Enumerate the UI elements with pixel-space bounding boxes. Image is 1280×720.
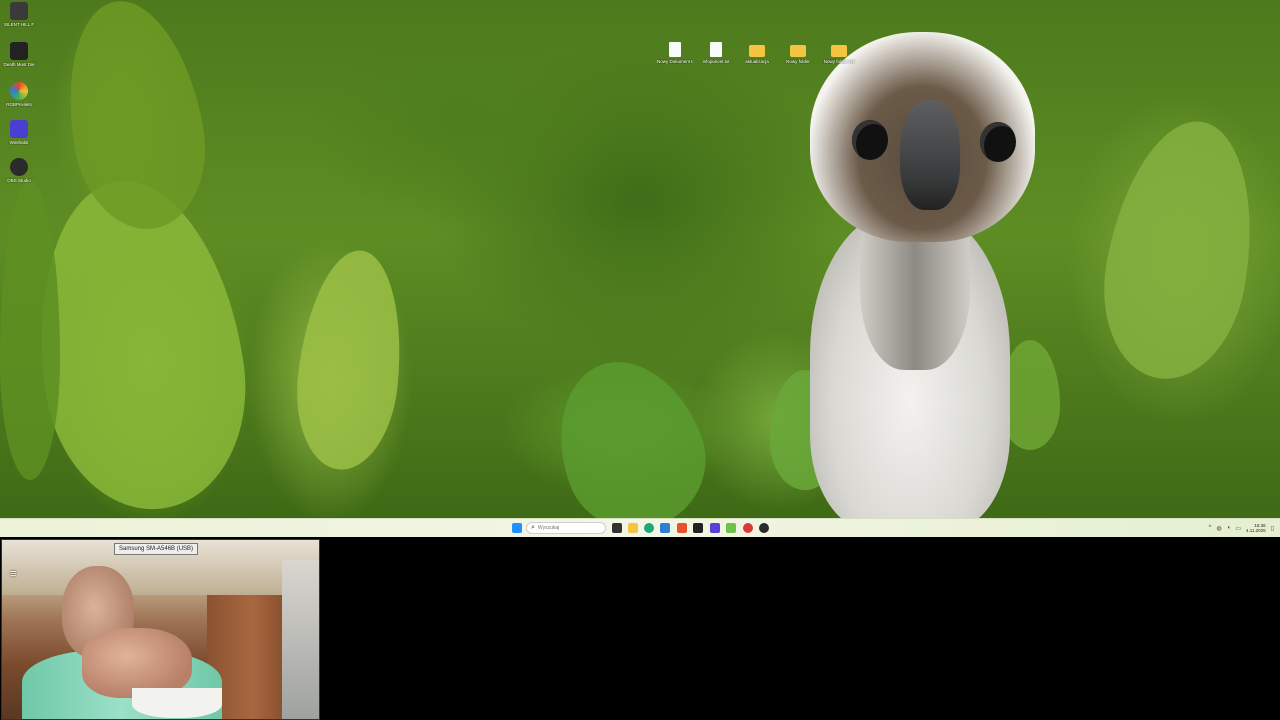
wallpaper-leaf: [535, 341, 725, 518]
wallpaper-leaf: [288, 245, 412, 475]
bird-beak: [900, 100, 960, 210]
wallpaper-leaf: [0, 180, 60, 480]
obs-icon: [10, 158, 28, 176]
search-input[interactable]: [537, 525, 598, 531]
brave-button[interactable]: [677, 523, 687, 533]
webcam-overlay: Samsung SM-A546B (USB) ≡: [1, 539, 320, 720]
text-file-icon: [669, 42, 681, 57]
system-tray: ^ ◍ ◖ ▭ 15:36 4.11.2025 ▯: [1209, 522, 1274, 534]
wallpaper-leaf: [51, 0, 219, 240]
file-explorer-button[interactable]: [628, 523, 638, 533]
desktop-icon-new-text-document[interactable]: Nowy Dokument tekstowy.txt: [657, 42, 693, 64]
bird-eye-right: [980, 122, 1016, 162]
desktop-icon-label: aktualizacja: [745, 59, 769, 64]
game-icon: [10, 42, 28, 60]
menu-icon[interactable]: ≡: [10, 568, 16, 580]
folder-icon: [790, 45, 806, 57]
volume-icon[interactable]: ◖: [1227, 525, 1231, 531]
desktop-icon-death-must-die[interactable]: Death Must Die: [1, 42, 37, 67]
desktop-icon-label: Nowy Dokument tekstowy.txt: [657, 59, 693, 64]
desktop-icon-obs[interactable]: OBS Studio: [1, 158, 37, 183]
bird-eye-left: [852, 120, 888, 160]
desktop-icon-label: OBS Studio: [7, 178, 31, 183]
desktop-icon-silent-hill[interactable]: SILENT HILL F: [1, 2, 37, 27]
clock[interactable]: 15:36 4.11.2025: [1246, 523, 1266, 533]
edge-button[interactable]: [644, 523, 654, 533]
desktop-icon-label: Nowy folder: [786, 59, 810, 64]
notification-icon[interactable]: ▯: [1271, 525, 1274, 532]
clock-date: 4.11.2025: [1246, 528, 1266, 533]
search-icon: ⌕: [531, 524, 535, 531]
folder-icon: [831, 45, 847, 57]
store-button[interactable]: [660, 523, 670, 533]
battery-icon[interactable]: ▭: [1235, 525, 1241, 532]
webcam-device-label: Samsung SM-A546B (USB): [114, 543, 199, 555]
taskbar: ⌕ ^ ◍ ◖ ▭ 15:36 4.11.2025 ▯: [0, 518, 1280, 537]
desktop-icon-label: Death Must Die: [3, 62, 35, 67]
game-icon: [10, 2, 28, 20]
app-icon: [10, 120, 28, 138]
notepad-button[interactable]: [726, 523, 736, 533]
rgb-app-icon: [10, 82, 28, 100]
desktop-icon-infopuncet[interactable]: infopuncet.txt: [698, 42, 734, 64]
desktop[interactable]: SILENT HILL F Death Must Die RGBPrivilet…: [0, 0, 1280, 518]
desktop-icon-new-folder[interactable]: Nowy folder: [780, 42, 816, 64]
desktop-icon-new-folder-2[interactable]: Nowy folder (2): [821, 42, 857, 64]
app-red-button[interactable]: [743, 523, 753, 533]
desktop-icon-label: RGBPrivilets: [6, 102, 32, 107]
desktop-icon-label: Winthabit: [9, 140, 29, 145]
webcam-bowl: [132, 688, 222, 718]
taskview-button[interactable]: [612, 523, 622, 533]
taskbar-search[interactable]: ⌕: [526, 522, 606, 534]
webcam-wall: [282, 560, 319, 719]
wallpaper-leaf: [1088, 109, 1272, 391]
desktop-icon-label: infopuncet.txt: [702, 59, 730, 64]
desktop-icon-rgb[interactable]: RGBPrivilets: [1, 82, 37, 107]
desktop-icon-label: Nowy folder (2): [823, 59, 855, 64]
text-file-icon: [710, 42, 722, 57]
desktop-icon-label: SILENT HILL F: [3, 22, 35, 27]
folder-icon: [749, 45, 765, 57]
desktop-icon-winthabit[interactable]: Winthabit: [1, 120, 37, 145]
terminal-button[interactable]: [693, 523, 703, 533]
start-button[interactable]: [512, 523, 522, 533]
network-icon[interactable]: ◍: [1216, 525, 1221, 532]
obs-button[interactable]: [759, 523, 769, 533]
tray-chevron-icon[interactable]: ^: [1209, 525, 1212, 531]
desktop-icon-aktualizacja[interactable]: aktualizacja: [739, 42, 775, 64]
app-purple-button[interactable]: [710, 523, 720, 533]
